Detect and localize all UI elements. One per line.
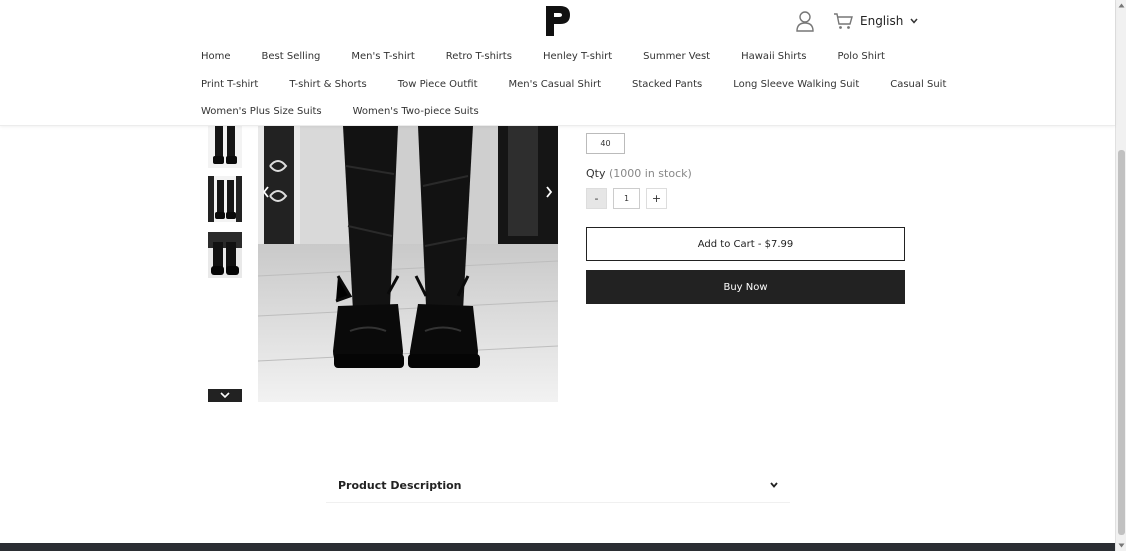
- nav-item-tshirt-shorts[interactable]: T-shirt & Shorts: [289, 79, 366, 90]
- nav-item-womens-two-piece-suits[interactable]: Women's Two-piece Suits: [353, 106, 479, 117]
- nav-item-casual-suit[interactable]: Casual Suit: [890, 79, 946, 90]
- p-logo-icon[interactable]: [543, 4, 573, 38]
- nav-item-mens-casual-shirt[interactable]: Men's Casual Shirt: [509, 79, 602, 90]
- buy-now-button[interactable]: Buy Now: [586, 270, 905, 304]
- quantity-label: Qty (1000 in stock): [586, 167, 692, 180]
- nav-item-tow-piece-outfit[interactable]: Tow Piece Outfit: [398, 79, 478, 90]
- scroll-down-arrow-icon[interactable]: [1116, 540, 1126, 551]
- site-header: English Home Best Selling Men's T-shirt …: [0, 0, 1115, 126]
- nav-item-henley-tshirt[interactable]: Henley T-shirt: [543, 51, 612, 62]
- language-label: English: [860, 14, 904, 28]
- page-scrollbar[interactable]: [1115, 0, 1126, 551]
- chevron-down-icon: [220, 392, 230, 399]
- nav-item-best-selling[interactable]: Best Selling: [262, 51, 321, 62]
- nav-item-womens-plus-size-suits[interactable]: Women's Plus Size Suits: [201, 106, 322, 117]
- footer-bar: [0, 543, 1115, 551]
- nav-item-summer-vest[interactable]: Summer Vest: [643, 51, 710, 62]
- product-description-title: Product Description: [338, 478, 462, 492]
- nav-item-home[interactable]: Home: [201, 51, 231, 62]
- nav-item-print-tshirt[interactable]: Print T-shirt: [201, 79, 258, 90]
- nav-item-mens-tshirt[interactable]: Men's T-shirt: [351, 51, 414, 62]
- add-to-cart-button[interactable]: Add to Cart - $7.99: [586, 227, 905, 261]
- chevron-left-icon: [262, 186, 269, 198]
- user-icon[interactable]: [795, 10, 815, 32]
- thumbnail-scroll-down-button[interactable]: [208, 389, 242, 402]
- product-thumbnail[interactable]: [208, 122, 242, 168]
- chevron-down-icon: [910, 18, 918, 24]
- product-thumbnail[interactable]: [208, 232, 242, 278]
- product-thumbnail[interactable]: [208, 176, 242, 222]
- product-description-toggle[interactable]: Product Description: [326, 468, 790, 503]
- language-selector[interactable]: English: [860, 14, 918, 28]
- nav-item-stacked-pants[interactable]: Stacked Pants: [632, 79, 702, 90]
- nav-item-polo-shirt[interactable]: Polo Shirt: [838, 51, 885, 62]
- nav-item-long-sleeve-walking-suit[interactable]: Long Sleeve Walking Suit: [733, 79, 859, 90]
- nav-row-1: Home Best Selling Men's T-shirt Retro T-…: [201, 51, 885, 62]
- cart-icon[interactable]: [833, 12, 853, 30]
- product-main-image[interactable]: [258, 126, 558, 402]
- nav-row-3: Women's Plus Size Suits Women's Two-piec…: [201, 106, 479, 117]
- stock-count: (1000 in stock): [608, 167, 692, 180]
- chevron-right-icon: [546, 186, 553, 198]
- qty-decrease-button[interactable]: -: [586, 188, 607, 209]
- header-actions: English: [795, 8, 918, 34]
- scrollbar-thumb[interactable]: [1118, 150, 1125, 535]
- size-option-40[interactable]: 40: [586, 133, 625, 154]
- nav-item-hawaii-shirts[interactable]: Hawaii Shirts: [741, 51, 806, 62]
- scroll-up-arrow-icon[interactable]: [1116, 0, 1126, 11]
- image-next-button[interactable]: [542, 184, 556, 200]
- nav-item-retro-tshirts[interactable]: Retro T-shirts: [446, 51, 512, 62]
- qty-input[interactable]: 1: [613, 188, 640, 209]
- qty-text: Qty: [586, 167, 606, 180]
- chevron-down-icon: [770, 482, 778, 488]
- image-prev-button[interactable]: [259, 184, 273, 200]
- qty-increase-button[interactable]: +: [646, 188, 667, 209]
- nav-row-2: Print T-shirt T-shirt & Shorts Tow Piece…: [201, 79, 946, 90]
